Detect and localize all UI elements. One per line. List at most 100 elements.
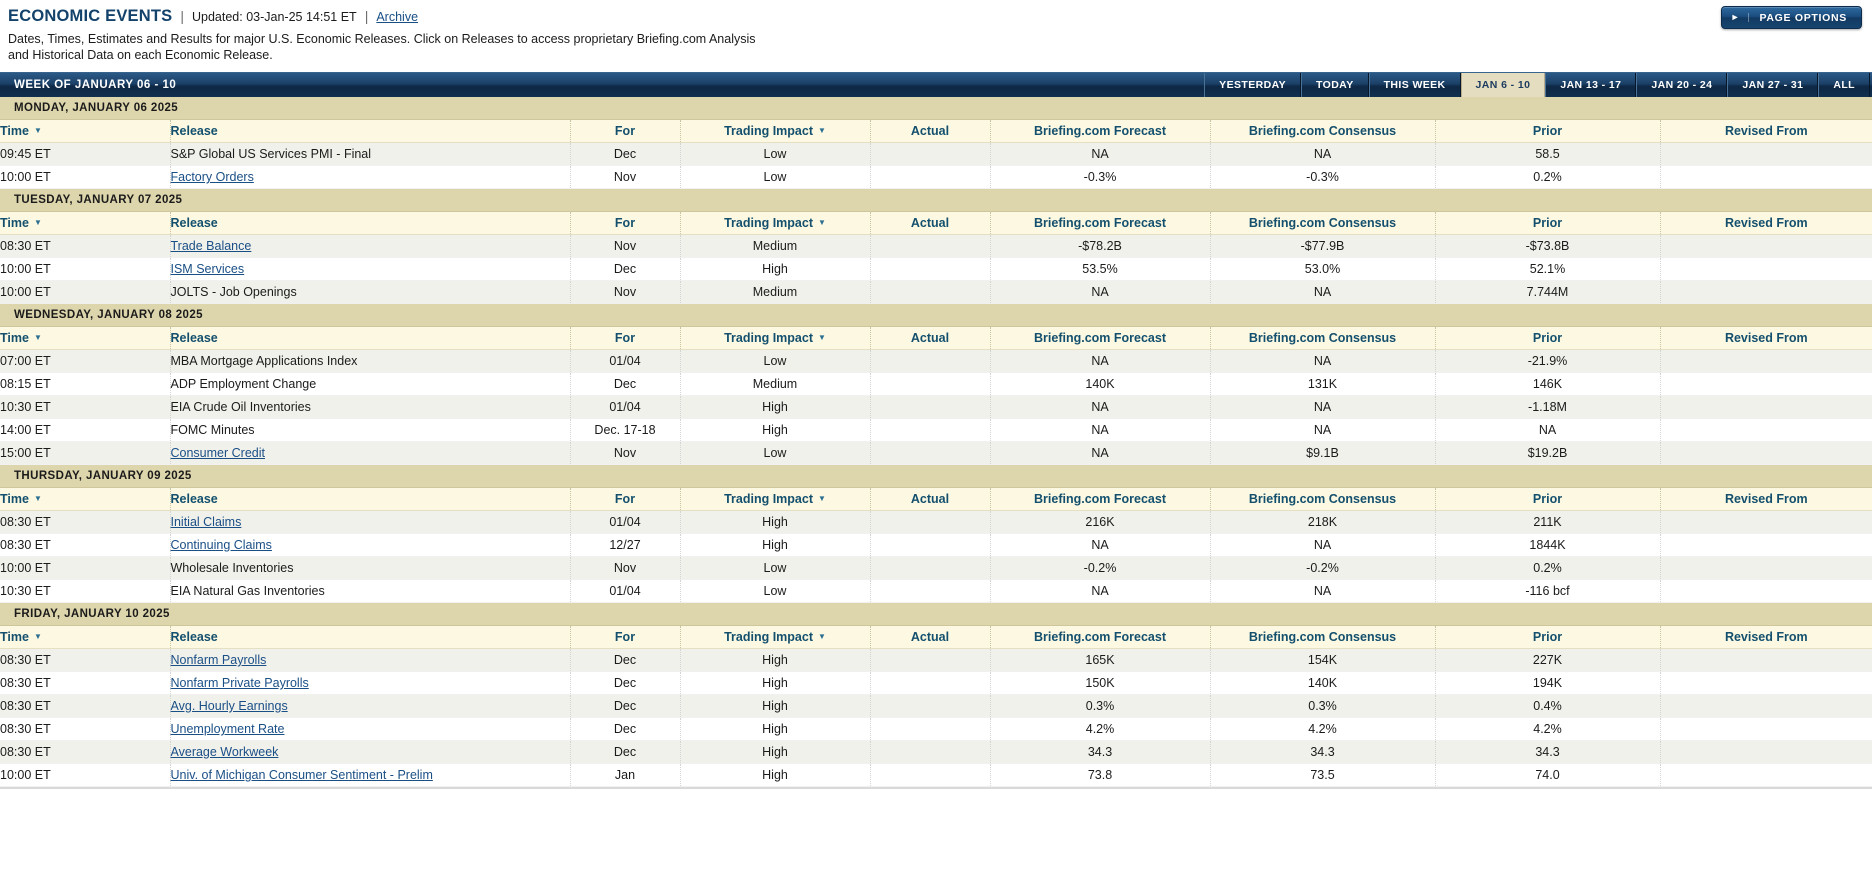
column-header-impact[interactable]: Trading Impact ▼ bbox=[680, 119, 871, 143]
cell-for: Nov bbox=[570, 165, 681, 189]
cell-impact: Low bbox=[680, 142, 871, 166]
cell-release[interactable]: Continuing Claims bbox=[170, 533, 571, 557]
cell-release: EIA Natural Gas Inventories bbox=[170, 579, 571, 603]
cell-release[interactable]: Average Workweek bbox=[170, 740, 571, 764]
release-link[interactable]: ISM Services bbox=[171, 262, 245, 276]
cell-consensus-value: 73.5 bbox=[1310, 768, 1335, 782]
release-link[interactable]: Consumer Credit bbox=[171, 446, 265, 460]
release-link[interactable]: Unemployment Rate bbox=[171, 722, 285, 736]
day-header-label: WEDNESDAY, JANUARY 08 2025 bbox=[0, 303, 1872, 327]
cell-impact: High bbox=[680, 533, 871, 557]
cell-release[interactable]: ISM Services bbox=[170, 257, 571, 281]
column-header-time[interactable]: Time ▼ bbox=[0, 326, 171, 350]
cell-release[interactable]: Trade Balance bbox=[170, 234, 571, 258]
cell-consensus-value: 4.2% bbox=[1308, 722, 1337, 736]
cell-time: 08:30 ET bbox=[0, 694, 171, 718]
cell-release[interactable]: Avg. Hourly Earnings bbox=[170, 694, 571, 718]
release-link[interactable]: Nonfarm Private Payrolls bbox=[171, 676, 309, 690]
cell-impact: Low bbox=[680, 165, 871, 189]
week-tab-this-week[interactable]: THIS WEEK bbox=[1368, 73, 1461, 97]
cell-actual bbox=[870, 165, 991, 189]
release-text: EIA Natural Gas Inventories bbox=[170, 584, 325, 598]
column-header-impact[interactable]: Trading Impact ▼ bbox=[680, 487, 871, 511]
release-link[interactable]: Avg. Hourly Earnings bbox=[171, 699, 288, 713]
day-header-label: FRIDAY, JANUARY 10 2025 bbox=[0, 602, 1872, 626]
column-header-impact[interactable]: Trading Impact ▼ bbox=[680, 211, 871, 235]
week-tab-jan-6-10[interactable]: JAN 6 - 10 bbox=[1460, 73, 1546, 97]
week-tab-jan-20-24[interactable]: JAN 20 - 24 bbox=[1636, 73, 1728, 97]
column-header-label: Briefing.com Consensus bbox=[1248, 216, 1397, 230]
column-header-label: Time bbox=[0, 124, 29, 138]
cell-consensus: 131K bbox=[1210, 372, 1436, 396]
week-tab-today[interactable]: TODAY bbox=[1301, 73, 1369, 97]
column-header-release: Release bbox=[170, 487, 571, 511]
release-link[interactable]: Univ. of Michigan Consumer Sentiment - P… bbox=[171, 768, 433, 782]
sort-descending-icon[interactable]: ▼ bbox=[818, 126, 826, 135]
cell-impact: High bbox=[680, 717, 871, 741]
cell-consensus-value: 218K bbox=[1307, 515, 1338, 529]
day-header-row: THURSDAY, JANUARY 09 2025 bbox=[0, 464, 1872, 488]
cell-prior-value: 227K bbox=[1532, 653, 1563, 667]
cell-forecast: 216K bbox=[990, 510, 1211, 534]
sort-descending-icon[interactable]: ▼ bbox=[818, 333, 826, 342]
sort-descending-icon[interactable]: ▼ bbox=[818, 632, 826, 641]
column-header-row: Time ▼ Release For Trading Impact ▼ Actual Brie… bbox=[0, 119, 1872, 143]
cell-actual bbox=[870, 763, 991, 787]
column-header-forecast: Briefing.com Forecast bbox=[990, 211, 1211, 235]
week-tab-jan-27-31[interactable]: JAN 27 - 31 bbox=[1727, 73, 1819, 97]
cell-release[interactable]: Unemployment Rate bbox=[170, 717, 571, 741]
release-text: FOMC Minutes bbox=[170, 423, 255, 437]
cell-time-value: 08:30 ET bbox=[0, 699, 51, 713]
column-header-impact[interactable]: Trading Impact ▼ bbox=[680, 326, 871, 350]
cell-for-value: Nov bbox=[613, 239, 637, 253]
release-link[interactable]: Nonfarm Payrolls bbox=[171, 653, 267, 667]
cell-for-value: 01/04 bbox=[609, 515, 641, 529]
cell-forecast: NA bbox=[990, 579, 1211, 603]
cell-release[interactable]: Initial Claims bbox=[170, 510, 571, 534]
release-link[interactable]: Continuing Claims bbox=[171, 538, 272, 552]
cell-for-value: 12/27 bbox=[609, 538, 641, 552]
cell-prior-value: 7.744M bbox=[1526, 285, 1569, 299]
release-link[interactable]: Trade Balance bbox=[171, 239, 252, 253]
week-tab-all[interactable]: ALL bbox=[1818, 73, 1870, 97]
week-tab-jan-13-17[interactable]: JAN 13 - 17 bbox=[1545, 73, 1637, 97]
cell-release[interactable]: Consumer Credit bbox=[170, 441, 571, 465]
cell-time-value: 09:45 ET bbox=[0, 147, 51, 161]
cell-prior-value: $19.2B bbox=[1527, 446, 1568, 460]
sort-descending-icon[interactable]: ▼ bbox=[34, 632, 42, 641]
cell-consensus: 53.0% bbox=[1210, 257, 1436, 281]
cell-forecast: NA bbox=[990, 142, 1211, 166]
release-link[interactable]: Average Workweek bbox=[171, 745, 279, 759]
column-header-impact[interactable]: Trading Impact ▼ bbox=[680, 625, 871, 649]
column-header-time[interactable]: Time ▼ bbox=[0, 625, 171, 649]
cell-consensus: 140K bbox=[1210, 671, 1436, 695]
cell-time: 08:30 ET bbox=[0, 234, 171, 258]
column-header-time[interactable]: Time ▼ bbox=[0, 487, 171, 511]
column-header-time[interactable]: Time ▼ bbox=[0, 119, 171, 143]
sort-descending-icon[interactable]: ▼ bbox=[34, 126, 42, 135]
sort-descending-icon[interactable]: ▼ bbox=[818, 494, 826, 503]
cell-prior-value: -$73.8B bbox=[1525, 239, 1570, 253]
archive-link[interactable]: Archive bbox=[376, 10, 418, 24]
cell-for-value: Dec bbox=[613, 676, 637, 690]
sort-descending-icon[interactable]: ▼ bbox=[818, 218, 826, 227]
release-link[interactable]: Initial Claims bbox=[171, 515, 242, 529]
cell-for: Nov bbox=[570, 234, 681, 258]
sort-descending-icon[interactable]: ▼ bbox=[34, 218, 42, 227]
column-header-prior: Prior bbox=[1435, 487, 1661, 511]
cell-release[interactable]: Factory Orders bbox=[170, 165, 571, 189]
table-row: 10:00 ET Wholesale Inventories Nov Low -0.2%… bbox=[0, 556, 1872, 580]
sort-descending-icon[interactable]: ▼ bbox=[34, 494, 42, 503]
release-link[interactable]: Factory Orders bbox=[171, 170, 254, 184]
column-header-time[interactable]: Time ▼ bbox=[0, 211, 171, 235]
week-tab-yesterday[interactable]: YESTERDAY bbox=[1204, 73, 1301, 97]
page-options-button[interactable]: ► PAGE OPTIONS bbox=[1721, 6, 1862, 29]
cell-release[interactable]: Univ. of Michigan Consumer Sentiment - P… bbox=[170, 763, 571, 787]
cell-release[interactable]: Nonfarm Payrolls bbox=[170, 648, 571, 672]
cell-time: 08:30 ET bbox=[0, 648, 171, 672]
cell-revised bbox=[1660, 418, 1872, 442]
column-header-actual: Actual bbox=[870, 326, 991, 350]
cell-release[interactable]: Nonfarm Private Payrolls bbox=[170, 671, 571, 695]
week-range-label: WEEK OF JANUARY 06 - 10 bbox=[14, 79, 177, 91]
sort-descending-icon[interactable]: ▼ bbox=[34, 333, 42, 342]
